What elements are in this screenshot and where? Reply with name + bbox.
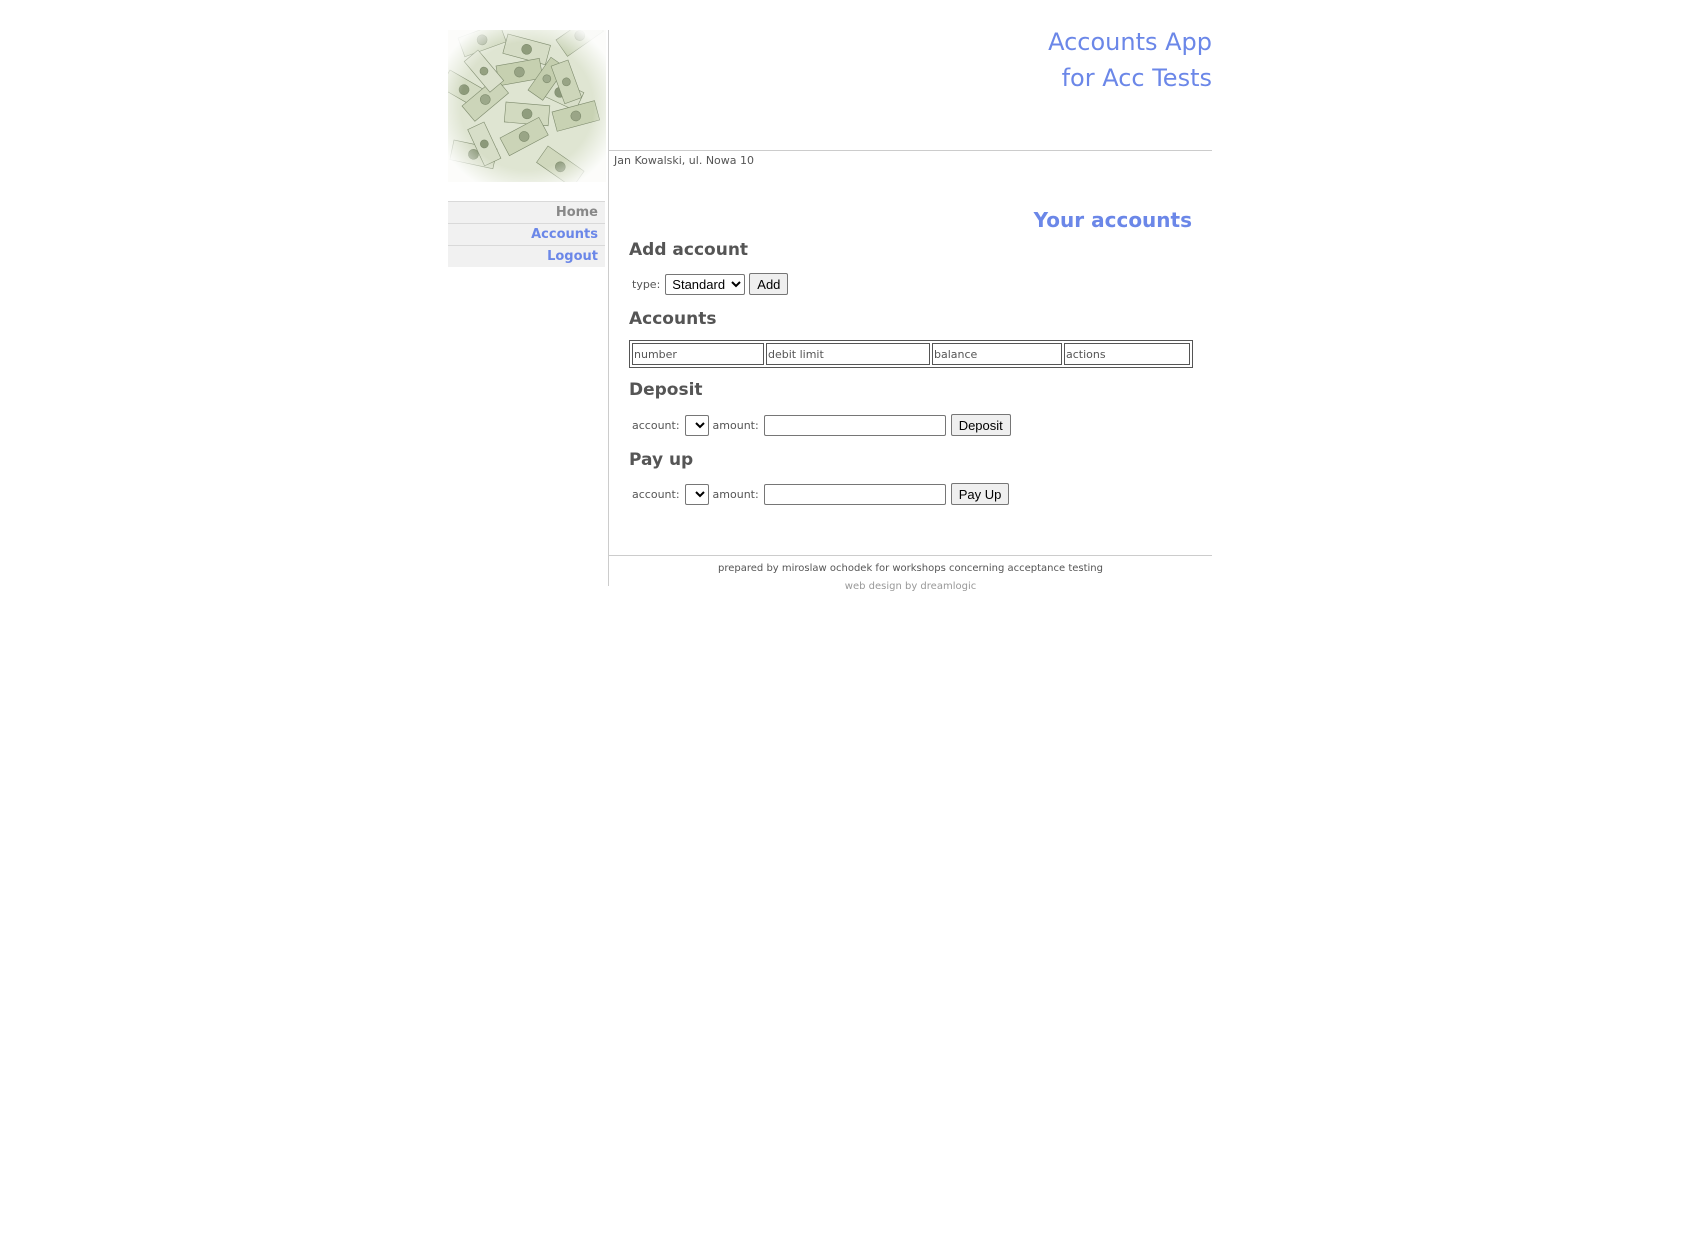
column-header-debit-limit: debit limit: [766, 343, 930, 365]
column-header-balance: balance: [932, 343, 1062, 365]
payup-button[interactable]: Pay Up: [950, 483, 1010, 505]
footer-divider: [609, 555, 1212, 556]
sidebar-divider: [608, 30, 609, 586]
sidebar-item-accounts[interactable]: Accounts: [448, 223, 605, 245]
payup-account-select[interactable]: [684, 483, 709, 505]
deposit-account-label: account:: [632, 418, 680, 432]
sidebar: Home Accounts Logout: [448, 30, 608, 267]
sidebar-item-logout[interactable]: Logout: [448, 245, 605, 267]
money-collage-icon: [448, 30, 606, 182]
sidebar-item-home[interactable]: Home: [448, 201, 605, 223]
column-header-number: number: [632, 343, 764, 365]
payup-amount-label: amount:: [712, 487, 759, 501]
accounts-table: number debit limit balance actions: [629, 340, 1193, 368]
deposit-button[interactable]: Deposit: [950, 414, 1011, 436]
accounts-table-header-row: number debit limit balance actions: [632, 343, 1190, 365]
app-title-line2: for Acc Tests: [1061, 64, 1212, 92]
accounts-heading: Accounts: [629, 309, 717, 329]
payup-form: account: amount: Pay Up: [629, 483, 1192, 505]
header-divider: [609, 150, 1212, 151]
column-header-actions: actions: [1064, 343, 1190, 365]
user-info: Jan Kowalski, ul. Nowa 10: [614, 154, 755, 167]
deposit-amount-label: amount:: [712, 418, 759, 432]
footer: prepared by miroslaw ochodek for worksho…: [609, 560, 1212, 596]
payup-account-label: account:: [632, 487, 680, 501]
deposit-form: account: amount: Deposit: [629, 414, 1192, 436]
type-label: type:: [632, 277, 661, 291]
deposit-account-select[interactable]: [684, 414, 709, 436]
add-account-button[interactable]: Add: [749, 273, 789, 295]
account-type-select[interactable]: Standard: [665, 273, 746, 295]
payup-amount-input[interactable]: [763, 483, 946, 505]
page-title: Your accounts: [1033, 208, 1192, 232]
footer-design-credit: web design by dreamlogic: [844, 581, 977, 592]
sidebar-nav: Home Accounts Logout: [448, 201, 605, 267]
add-account-heading: Add account: [629, 240, 749, 260]
add-account-form: type: Standard Add: [629, 273, 1192, 295]
app-title-line1: Accounts App: [1048, 28, 1212, 56]
app-title: Accounts App for Acc Tests: [1048, 24, 1212, 96]
footer-prepared-by: prepared by miroslaw ochodek for worksho…: [718, 563, 1103, 574]
payup-heading: Pay up: [629, 450, 694, 470]
content: Your accounts Add account type: Standard…: [629, 206, 1193, 505]
deposit-heading: Deposit: [629, 380, 703, 400]
deposit-amount-input[interactable]: [763, 414, 946, 436]
